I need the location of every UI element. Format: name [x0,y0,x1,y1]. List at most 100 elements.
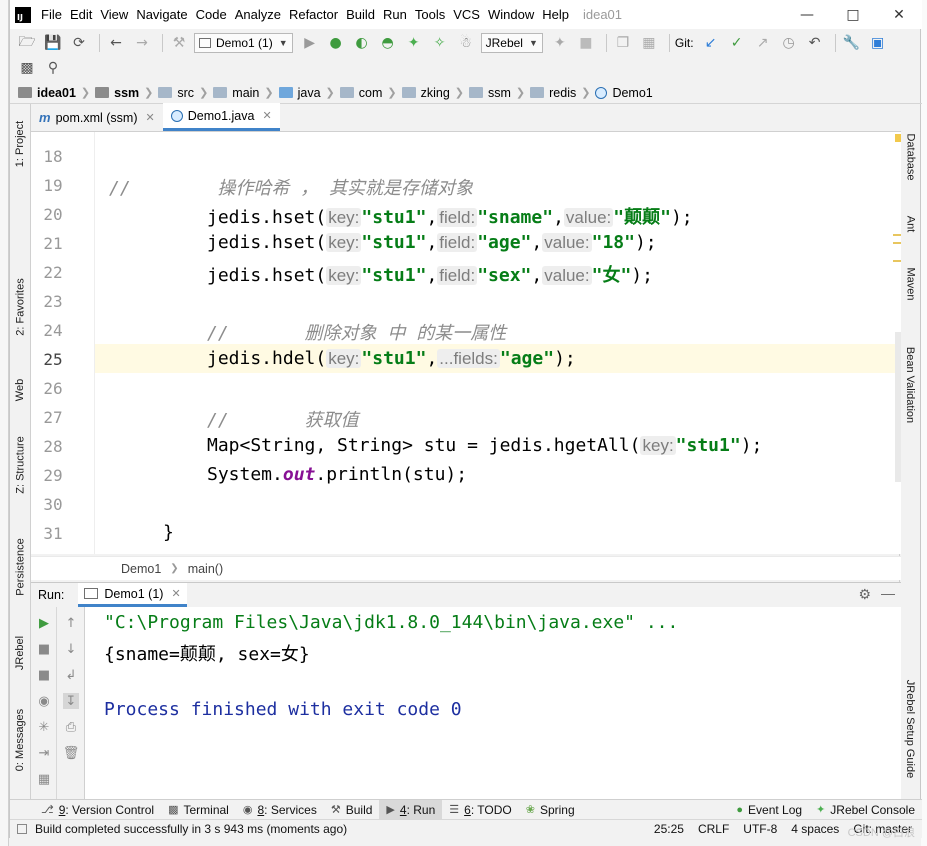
tool-windows-toggle-icon[interactable] [17,824,27,834]
git-push-icon[interactable]: ↗ [752,32,774,54]
tool-tab-persistence[interactable]: Persistence [10,532,31,602]
breadcrumb-item[interactable]: Demo1 [595,86,653,100]
warning-stripe-mark[interactable] [893,234,901,236]
status-message[interactable]: Build completed successfully in 3 s 943 … [35,822,347,836]
breadcrumb-item[interactable]: ssm [95,86,139,100]
tool-tab-database[interactable]: Database [900,122,921,192]
scroll-down-icon[interactable]: ↓ [63,641,79,657]
run-tab-demo1[interactable]: Demo1 (1) ✕ [78,583,187,607]
gear-icon[interactable]: ⚙ [858,586,871,603]
warning-stripe-mark[interactable] [893,242,901,244]
build-hammer-icon[interactable]: ⚒ [168,32,190,54]
tool-tab-jrebel-setup-guide[interactable]: JRebel Setup Guide [900,674,921,784]
trash-icon[interactable]: 🗑 [63,745,80,761]
editor-scrollbar[interactable] [895,332,901,482]
soft-wrap-icon[interactable]: ↲ [63,667,79,683]
tool-button-services[interactable]: ◉ 8: Services [236,800,324,820]
open-folder-icon[interactable]: 🗁 [16,32,38,54]
menu-help[interactable]: Help [542,7,575,22]
tool-tab-jrebel[interactable]: JRebel [10,628,31,678]
run-config-select[interactable]: Demo1 (1) ▼ [194,33,293,53]
stop-icon[interactable]: ■ [36,641,52,657]
save-all-icon[interactable]: 💾 [42,32,64,54]
caret-position[interactable]: 25:25 [654,822,684,836]
indent-setting[interactable]: 4 spaces [791,822,839,836]
stop-icon[interactable]: ■ [575,32,597,54]
tab-demo1-java[interactable]: Demo1.java ✕ [162,103,280,131]
menu-view[interactable]: View [100,7,134,22]
inspection-status-icon[interactable] [895,134,901,142]
sync-icon[interactable]: ⟳ [68,32,90,54]
print-icon[interactable]: ⎙ [63,719,79,735]
intellij-logo-icon[interactable]: IJ [15,6,31,23]
tool-button-run[interactable]: ▶ 4: Run [379,799,443,820]
breadcrumb-item[interactable]: com [339,86,382,100]
close-icon[interactable]: ✕ [876,0,922,29]
git-history-icon[interactable]: ◷ [778,32,800,54]
tool-tab-favorites[interactable]: 2: Favorites [10,272,31,342]
close-icon[interactable]: ✕ [146,111,155,124]
menu-vcs[interactable]: VCS [453,7,486,22]
file-encoding[interactable]: UTF-8 [743,822,777,836]
breadcrumb-item[interactable]: src [158,86,194,100]
menu-code[interactable]: Code [196,7,233,22]
git-rollback-icon[interactable]: ↶ [804,32,826,54]
close-icon[interactable]: ✕ [171,587,180,600]
tool-button-spring[interactable]: ❀ Spring [519,800,582,820]
restore-layout-icon[interactable]: ■ [36,667,52,683]
forward-icon[interactable]: → [131,32,153,54]
jrebel-select[interactable]: JRebel ▼ [480,33,543,53]
back-icon[interactable]: ← [105,32,127,54]
login-icon[interactable]: ⇥ [36,745,52,761]
camera-icon[interactable]: ◉ [36,693,52,709]
editor-breadcrumb-class[interactable]: Demo1 [121,562,161,576]
run-console-output[interactable]: "C:\Program Files\Java\jdk1.8.0_144\bin\… [85,607,901,799]
tool-tab-project[interactable]: 1: Project [10,114,31,174]
editor-breadcrumb-method[interactable]: main() [188,562,223,576]
tool-tab-ant[interactable]: Ant [900,204,921,244]
hide-panel-icon[interactable]: — [881,585,895,601]
git-update-icon[interactable]: ↙ [700,32,722,54]
menu-window[interactable]: Window [488,7,540,22]
tool-button-event-log[interactable]: ● Event Log [729,800,809,820]
layout-icon[interactable]: ▦ [36,771,52,787]
debug-bug-icon[interactable]: ● [325,32,347,54]
breadcrumb-item[interactable]: zking [401,86,450,100]
line-separator[interactable]: CRLF [698,822,729,836]
breadcrumb-item[interactable]: redis [530,86,576,100]
tool-tab-structure[interactable]: Z: Structure [10,430,31,500]
search-icon[interactable]: ⚲ [42,57,64,79]
tool-button-build[interactable]: ⚒ Build [324,800,380,820]
code-editor[interactable]: 18 19 20 21 22 23 24 25 26 27 28 29 30 3… [31,132,901,554]
breadcrumb-item[interactable]: main [213,86,259,100]
copy-icon[interactable]: ❐ [612,32,634,54]
coverage-icon[interactable]: ◐ [351,32,373,54]
tool-button-version-control[interactable]: ⎇ 9: Version Control [34,800,161,820]
close-icon[interactable]: ✕ [262,109,271,122]
menu-edit[interactable]: Edit [70,7,98,22]
jrebel-run-icon[interactable]: ✦ [403,32,425,54]
rerun-icon[interactable]: ▶ [36,615,52,631]
settings-wrench-icon[interactable]: 🔧 [841,32,863,54]
menu-navigate[interactable]: Navigate [136,7,193,22]
tool-button-terminal[interactable]: ▩ Terminal [161,800,236,820]
maximize-icon[interactable]: □ [830,0,876,29]
jrebel-update-icon[interactable]: ✦ [549,32,571,54]
tool-button-todo[interactable]: ☰ 6: TODO [442,800,518,820]
menu-refactor[interactable]: Refactor [289,7,344,22]
tool-tab-web[interactable]: Web [10,370,31,410]
run-icon[interactable]: ▶ [299,32,321,54]
project-structure-icon[interactable]: ▣ [867,32,889,54]
structure-icon[interactable]: ▦ [638,32,660,54]
tab-pom-xml[interactable]: m pom.xml (ssm) ✕ [31,104,163,131]
tool-tab-maven[interactable]: Maven [900,254,921,314]
tool-button-jrebel-console[interactable]: ✦ JRebel Console [809,800,922,820]
settings-icon[interactable]: ✳ [36,719,52,735]
git-commit-icon[interactable]: ✓ [726,32,748,54]
warning-stripe-mark[interactable] [893,260,901,262]
breadcrumb-item[interactable]: java [278,86,321,100]
tool-tab-messages[interactable]: 0: Messages [10,700,31,780]
attach-icon[interactable]: ☃ [455,32,477,54]
menu-tools[interactable]: Tools [415,7,451,22]
profile-icon[interactable]: ◓ [377,32,399,54]
